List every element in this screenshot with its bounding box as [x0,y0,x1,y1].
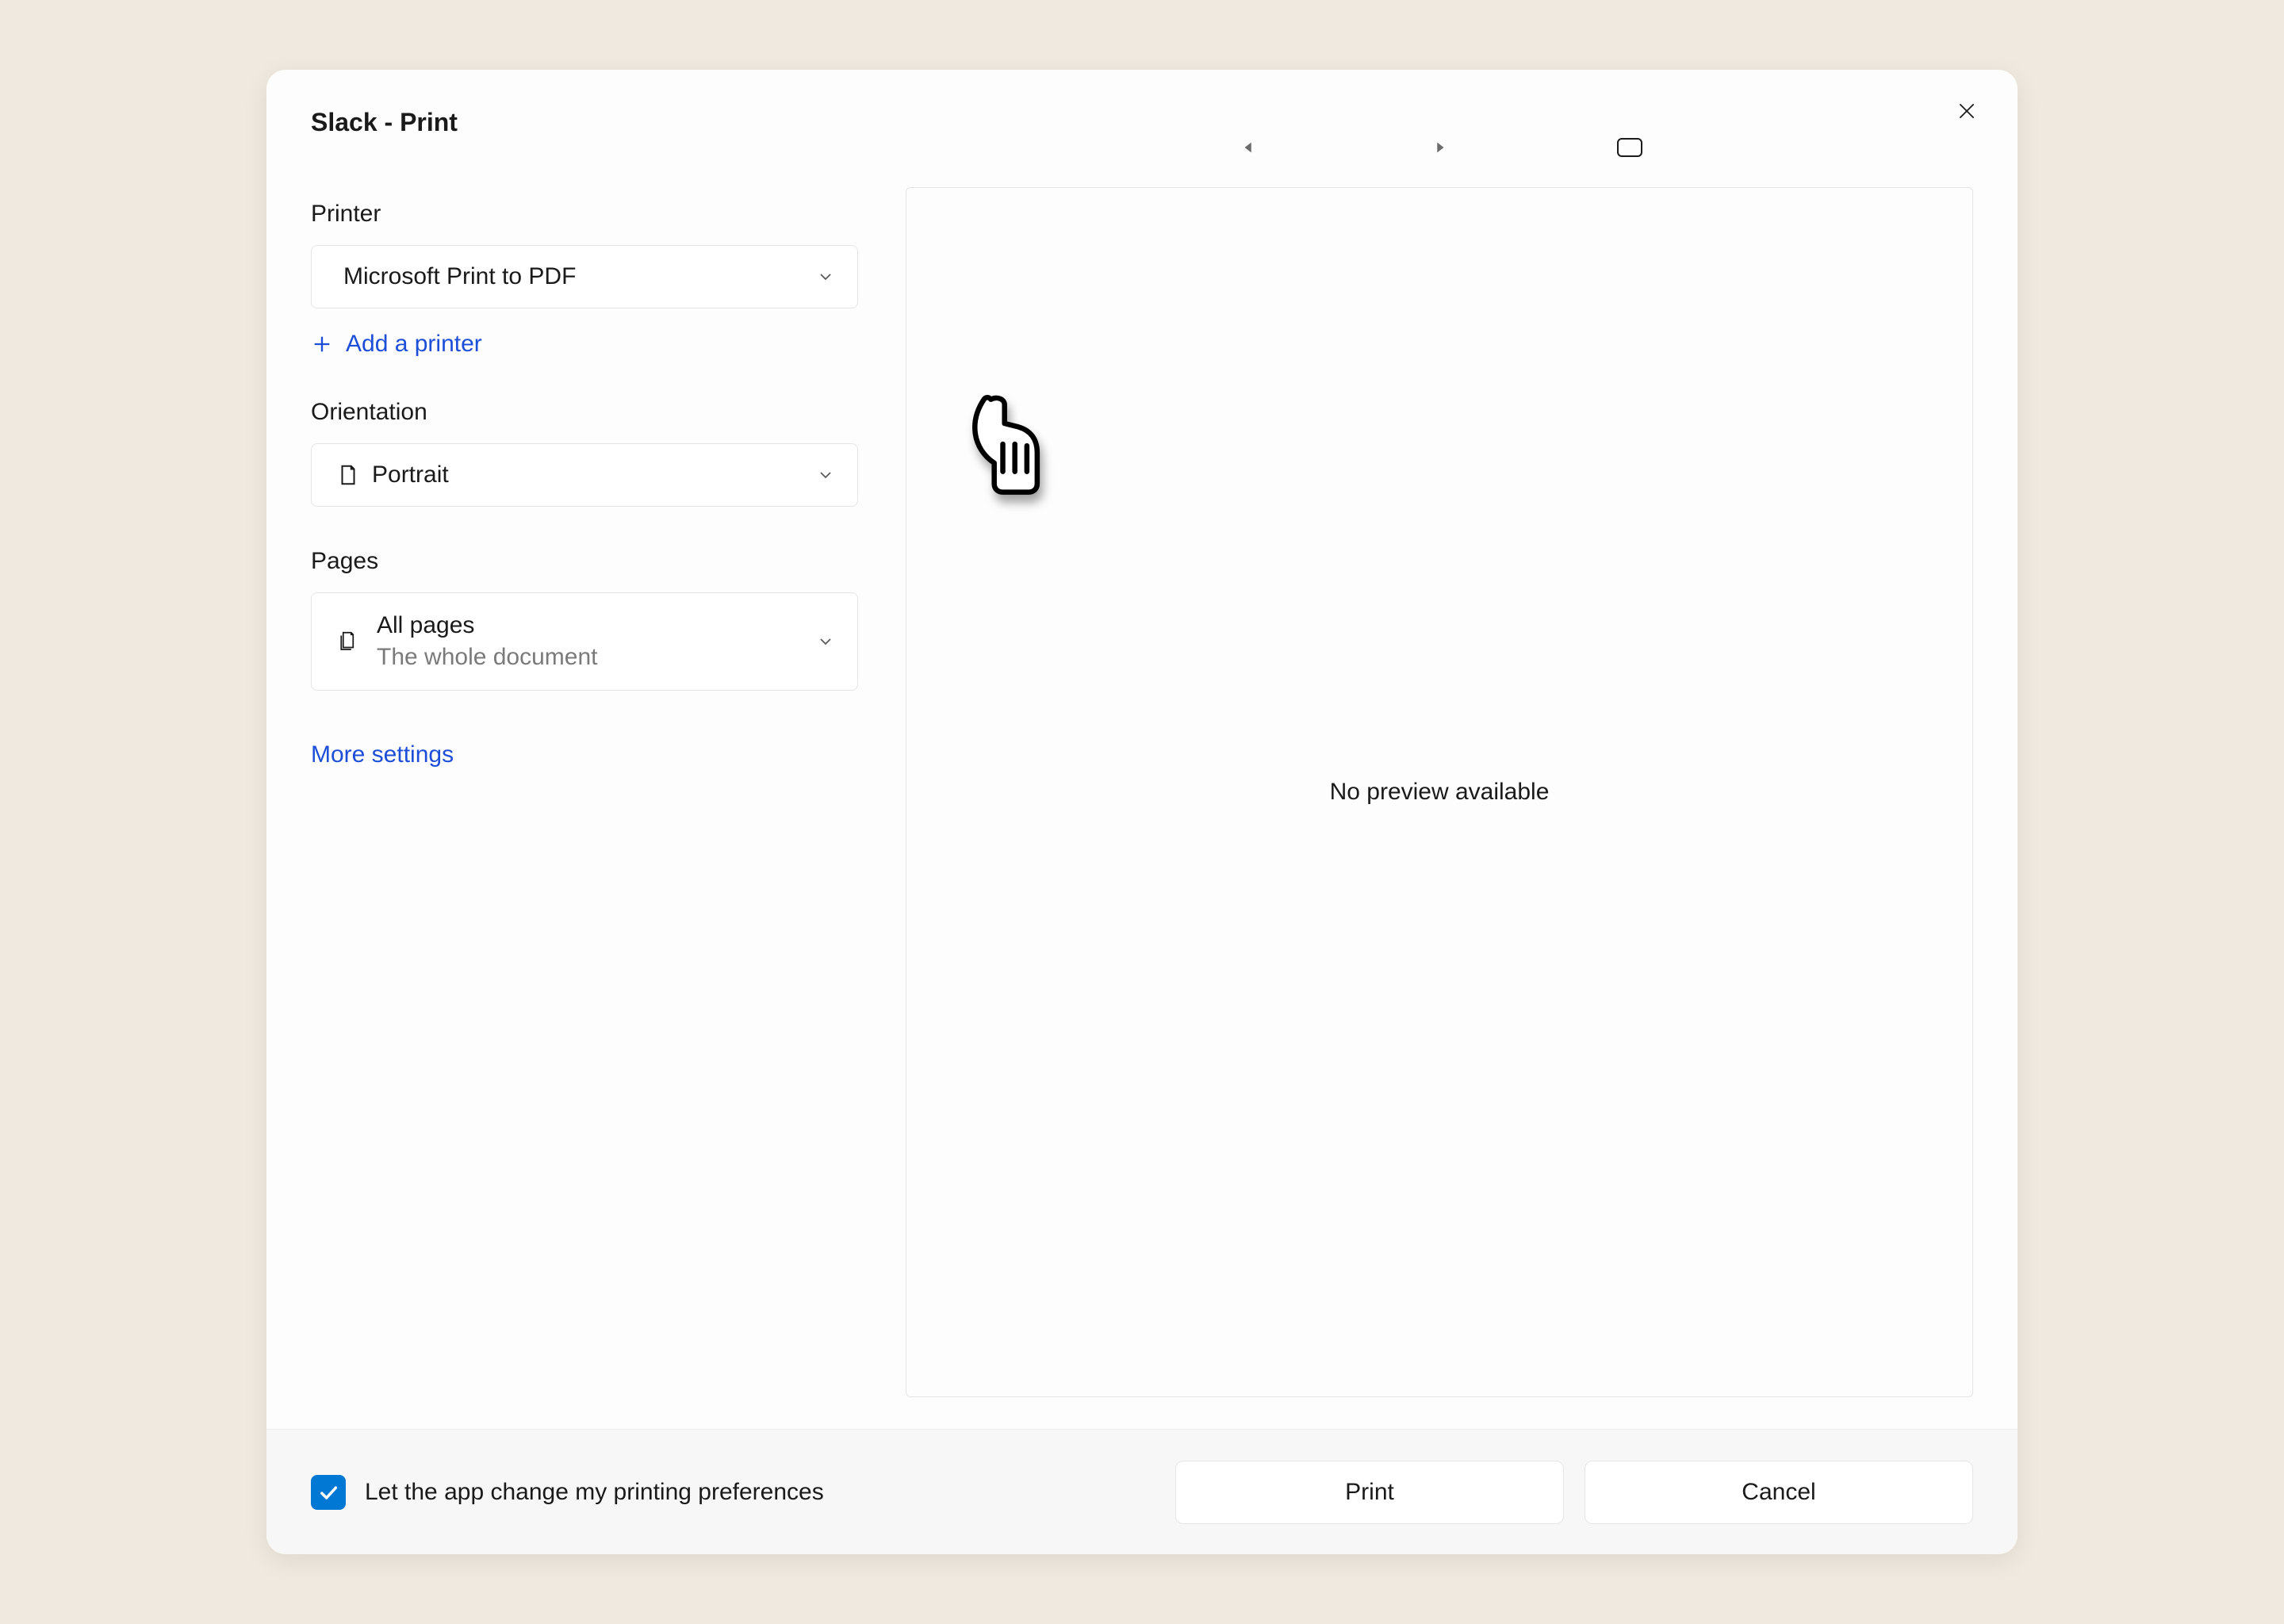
printer-label: Printer [311,201,858,228]
printer-selected: Microsoft Print to PDF [334,263,816,290]
preview-message: No preview available [1330,779,1550,806]
prev-page-button[interactable] [1233,132,1265,163]
plus-icon [311,333,333,355]
fullscreen-button[interactable] [1614,132,1646,163]
chevron-down-icon [816,632,835,651]
preferences-checkbox-row: Let the app change my printing preferenc… [311,1475,1175,1510]
preferences-checkbox[interactable] [311,1475,346,1510]
pages-dropdown[interactable]: All pages The whole document [311,592,858,691]
pages-subtitle: The whole document [377,642,816,674]
orientation-dropdown[interactable]: Portrait [311,443,858,507]
cancel-button[interactable]: Cancel [1585,1461,1973,1524]
print-dialog: Slack - Print Printer Microsoft Print to… [266,70,2018,1554]
print-button[interactable]: Print [1175,1461,1564,1524]
next-page-button[interactable] [1424,132,1455,163]
add-printer-link[interactable]: Add a printer [311,331,858,358]
portrait-icon [334,463,362,487]
checkmark-icon [317,1481,339,1503]
more-settings-link[interactable]: More settings [311,741,858,768]
preview-area: No preview available [906,187,1973,1397]
footer-buttons: Print Cancel [1175,1461,1973,1524]
triangle-left-icon [1240,139,1258,156]
orientation-label: Orientation [311,399,858,426]
chevron-down-icon [816,465,835,485]
preferences-checkbox-label: Let the app change my printing preferenc… [365,1479,824,1506]
triangle-right-icon [1431,139,1448,156]
printer-dropdown[interactable]: Microsoft Print to PDF [311,245,858,308]
pages-label: Pages [311,548,858,575]
dialog-title: Slack - Print [311,108,858,137]
chevron-down-icon [816,267,835,286]
orientation-selected: Portrait [362,462,816,488]
preview-panel: No preview available [906,108,1973,1397]
add-printer-text: Add a printer [346,331,482,358]
pages-selected: All pages [377,610,816,642]
preview-toolbar [906,108,1973,187]
pages-icon [334,630,362,653]
close-icon [1956,101,1977,121]
settings-panel: Slack - Print Printer Microsoft Print to… [311,108,858,1397]
fullscreen-icon [1616,137,1643,158]
dialog-body: Slack - Print Printer Microsoft Print to… [266,70,2018,1429]
dialog-footer: Let the app change my printing preferenc… [266,1429,2018,1554]
more-settings-text: More settings [311,741,454,768]
close-button[interactable] [1948,92,1986,130]
